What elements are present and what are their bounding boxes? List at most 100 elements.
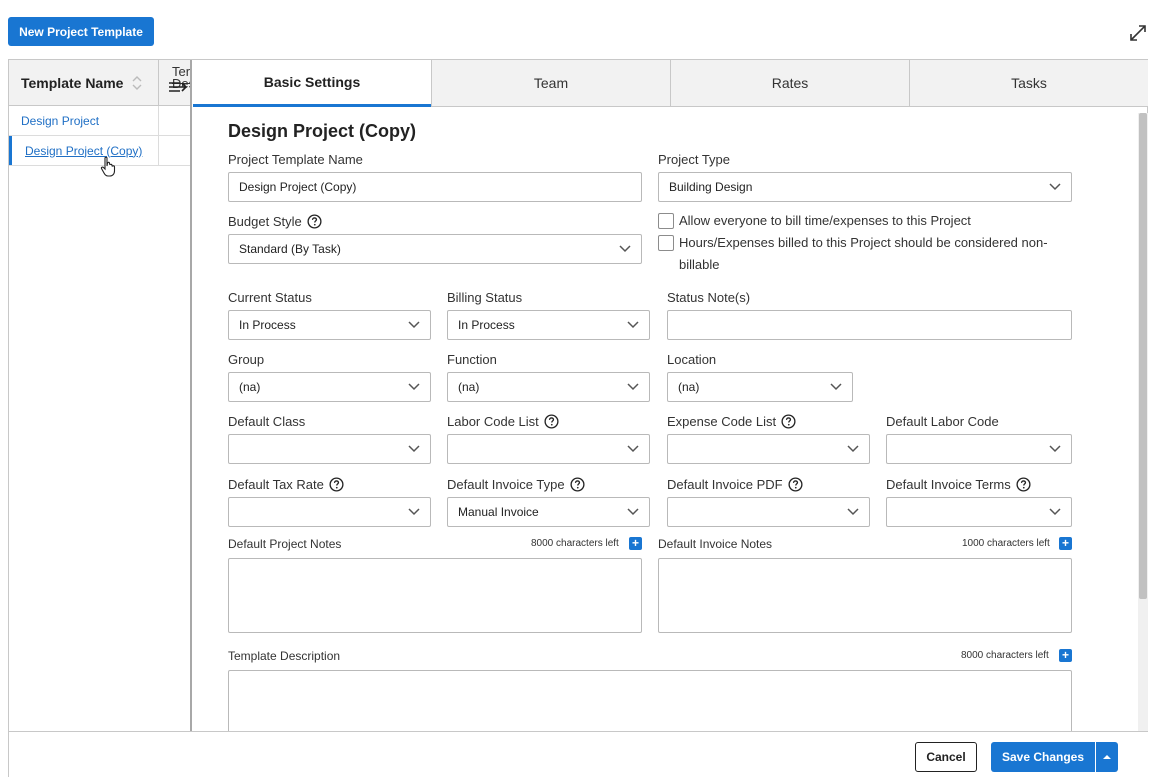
project-notes-expand-button[interactable]: + — [629, 537, 642, 550]
template-list-panel: Template Name Ter Des Design Project Des… — [9, 60, 192, 731]
basic-settings-form: Design Project (Copy) Project Template N… — [193, 107, 1138, 731]
function-label-text: Function — [447, 352, 497, 367]
current-status-value: In Process — [239, 318, 296, 332]
form-heading: Design Project (Copy) — [228, 121, 417, 141]
invoice-notes-label: Default Invoice Notes — [658, 537, 773, 551]
default-invoice-type-label: Default Invoice Type — [447, 477, 585, 492]
expense-code-list-select[interactable] — [667, 434, 870, 464]
save-options-button[interactable] — [1096, 742, 1118, 772]
invoice-notes-counter: 1000 characters left — [962, 538, 1050, 549]
function-value: (na) — [458, 380, 480, 394]
default-invoice-terms-label-text: Default Invoice Terms — [886, 477, 1011, 492]
default-invoice-type-label-text: Default Invoice Type — [447, 477, 565, 492]
chevron-down-icon — [627, 445, 639, 453]
billing-status-value: In Process — [458, 318, 515, 332]
labor-code-list-select[interactable] — [447, 434, 650, 464]
default-invoice-pdf-label-text: Default Invoice PDF — [667, 477, 783, 492]
template-name-label-text: Project Template Name — [228, 152, 363, 167]
non-billable-label-line2: billable — [679, 257, 720, 272]
sort-icon[interactable] — [131, 75, 143, 91]
group-select[interactable]: (na) — [228, 372, 431, 402]
form-scrollbar[interactable] — [1138, 113, 1148, 731]
default-tax-rate-label: Default Tax Rate — [228, 477, 344, 492]
project-notes-textarea[interactable] — [228, 558, 642, 633]
default-class-label-text: Default Class — [228, 414, 306, 429]
tab-team[interactable]: Team — [431, 60, 670, 107]
tab-tasks[interactable]: Tasks — [909, 60, 1148, 107]
help-icon[interactable] — [570, 477, 585, 492]
help-icon[interactable] — [544, 414, 559, 429]
default-invoice-type-select[interactable]: Manual Invoice — [447, 497, 650, 527]
allow-everyone-checkbox[interactable] — [658, 213, 674, 229]
column-resize-icon[interactable] — [168, 80, 188, 94]
chevron-down-icon — [408, 383, 420, 391]
tab-rates[interactable]: Rates — [670, 60, 909, 107]
form-footer: Cancel Save Changes — [9, 731, 1148, 777]
invoice-notes-expand-button[interactable]: + — [1059, 537, 1072, 550]
budget-style-label: Budget Style — [228, 214, 322, 229]
default-invoice-pdf-label: Default Invoice PDF — [667, 477, 803, 492]
project-type-select[interactable]: Building Design — [658, 172, 1072, 202]
new-project-template-button[interactable]: New Project Template — [8, 17, 154, 46]
budget-style-label-text: Budget Style — [228, 214, 302, 229]
status-notes-label: Status Note(s) — [667, 290, 750, 305]
tab-basic-settings[interactable]: Basic Settings — [193, 60, 431, 107]
current-status-select[interactable]: In Process — [228, 310, 431, 340]
table-row[interactable]: Design Project — [9, 106, 190, 136]
billing-status-select[interactable]: In Process — [447, 310, 650, 340]
chevron-down-icon — [627, 321, 639, 329]
template-description-expand-button[interactable]: + — [1059, 649, 1072, 662]
non-billable-checkbox[interactable] — [658, 235, 674, 251]
save-changes-button[interactable]: Save Changes — [991, 742, 1095, 772]
template-name-input[interactable]: Design Project (Copy) — [228, 172, 642, 202]
billing-status-label: Billing Status — [447, 290, 522, 305]
template-link-design-project[interactable]: Design Project — [9, 106, 159, 135]
group-label: Group — [228, 352, 264, 367]
chevron-down-icon — [1049, 508, 1061, 516]
cancel-button[interactable]: Cancel — [915, 742, 977, 772]
chevron-down-icon — [627, 508, 639, 516]
location-value: (na) — [678, 380, 700, 394]
help-icon[interactable] — [307, 214, 322, 229]
billing-status-label-text: Billing Status — [447, 290, 523, 305]
template-editor-frame: Template Name Ter Des Design Project Des… — [8, 59, 1148, 777]
default-invoice-pdf-select[interactable] — [667, 497, 870, 527]
function-select[interactable]: (na) — [447, 372, 650, 402]
status-notes-input[interactable] — [667, 310, 1072, 340]
budget-style-value: Standard (By Task) — [239, 242, 341, 256]
location-label: Location — [667, 352, 716, 367]
help-icon[interactable] — [788, 477, 803, 492]
chevron-down-icon — [1049, 445, 1061, 453]
chevron-down-icon — [1049, 183, 1061, 191]
help-icon[interactable] — [1016, 477, 1031, 492]
chevron-down-icon — [408, 508, 420, 516]
help-icon[interactable] — [781, 414, 796, 429]
form-scrollbar-thumb[interactable] — [1139, 113, 1147, 599]
default-labor-code-select[interactable] — [886, 434, 1072, 464]
chevron-down-icon — [627, 383, 639, 391]
default-invoice-type-value: Manual Invoice — [458, 505, 539, 519]
template-description-counter: 8000 characters left — [961, 650, 1049, 661]
project-notes-counter: 8000 characters left — [531, 538, 619, 549]
allow-everyone-label: Allow everyone to bill time/expenses to … — [679, 213, 971, 228]
default-tax-rate-select[interactable] — [228, 497, 431, 527]
caret-up-icon — [1103, 755, 1111, 759]
template-description-textarea[interactable] — [228, 670, 1072, 731]
chevron-down-icon — [619, 245, 631, 253]
project-notes-label: Default Project Notes — [228, 537, 342, 551]
invoice-notes-textarea[interactable] — [658, 558, 1072, 633]
default-invoice-terms-label: Default Invoice Terms — [886, 477, 1031, 492]
template-name-label: Project Template Name — [228, 152, 363, 167]
default-invoice-terms-select[interactable] — [886, 497, 1072, 527]
default-class-select[interactable] — [228, 434, 431, 464]
budget-style-select[interactable]: Standard (By Task) — [228, 234, 642, 264]
project-type-value: Building Design — [669, 180, 753, 194]
expand-icon[interactable] — [1127, 22, 1149, 44]
project-type-label-text: Project Type — [658, 152, 731, 167]
project-type-label: Project Type — [658, 152, 730, 167]
hand-cursor-icon — [100, 156, 116, 177]
location-select[interactable]: (na) — [667, 372, 853, 402]
help-icon[interactable] — [329, 477, 344, 492]
labor-code-list-label: Labor Code List — [447, 414, 559, 429]
template-link-design-project-copy[interactable]: Design Project (Copy) — [9, 136, 159, 165]
